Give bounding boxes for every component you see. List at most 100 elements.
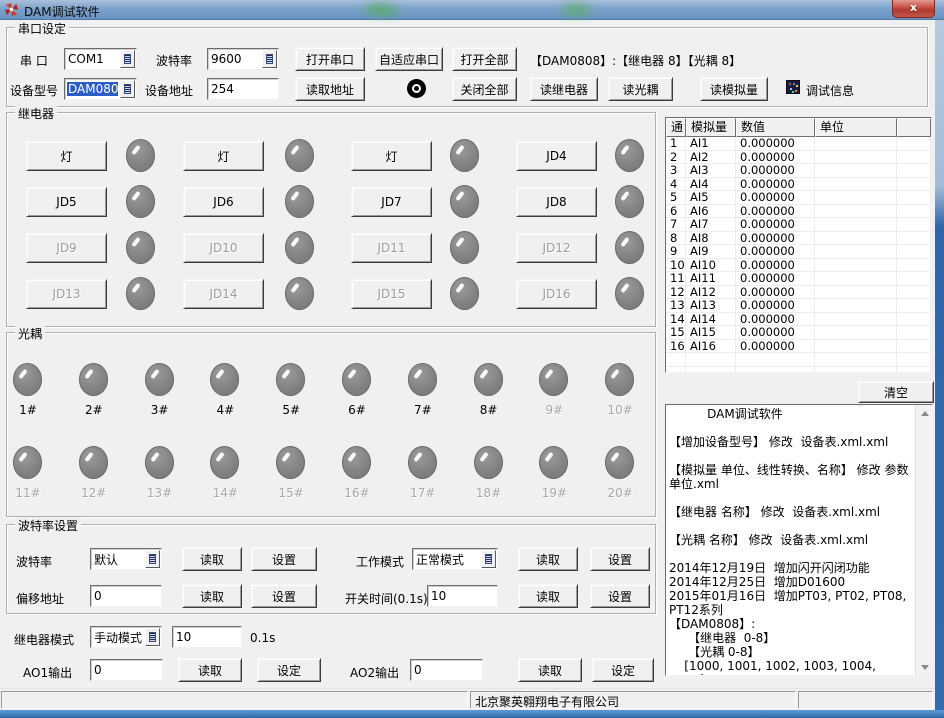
scroll-down-button[interactable] xyxy=(916,659,933,675)
opto-label: 16# xyxy=(337,486,377,500)
opto-grid: 1#2#3#4#5#6#7#8#9#10#11#12#13#14#15#16#1… xyxy=(7,333,655,516)
table-row[interactable]: 10AI100.000000 xyxy=(666,259,931,273)
table-row[interactable] xyxy=(666,367,931,374)
relay-button: JD14 xyxy=(183,279,264,309)
adaptive-port-button[interactable]: 自适应串口 xyxy=(375,47,443,71)
close-button[interactable]: x xyxy=(892,0,935,18)
column-header[interactable] xyxy=(897,118,931,137)
offset-set-button[interactable]: 设置 xyxy=(251,584,317,608)
table-row[interactable]: 5AI50.000000 xyxy=(666,191,931,205)
table-cell xyxy=(897,205,931,219)
ao2-set-button[interactable]: 设定 xyxy=(592,658,654,682)
relay-led-indicator xyxy=(126,277,155,310)
opto-label: 3# xyxy=(140,403,180,417)
read-opto-button[interactable]: 读光耦 xyxy=(608,77,673,101)
device-address-label: 设备地址 xyxy=(145,82,193,99)
dropdown-arrow-icon[interactable] xyxy=(145,628,160,646)
table-cell xyxy=(815,178,897,192)
ao2-input[interactable] xyxy=(410,659,483,681)
table-row[interactable]: 1AI10.000000 xyxy=(666,137,931,151)
ao1-set-button[interactable]: 设定 xyxy=(257,658,321,682)
close-all-button[interactable]: 关闭全部 xyxy=(452,77,517,101)
column-header[interactable]: 单位 xyxy=(815,118,897,137)
device-model-select[interactable]: DAM0808 xyxy=(64,78,137,100)
table-row[interactable]: 13AI130.000000 xyxy=(666,299,931,313)
table-row[interactable] xyxy=(666,353,931,367)
dropdown-arrow-icon[interactable] xyxy=(481,550,496,568)
debug-info-icon[interactable] xyxy=(786,80,800,94)
open-port-button[interactable]: 打开串口 xyxy=(295,47,365,71)
table-cell xyxy=(666,367,686,374)
work-mode-set-button[interactable]: 设置 xyxy=(590,547,650,571)
table-row[interactable]: 12AI120.000000 xyxy=(666,286,931,300)
table-cell xyxy=(897,313,931,327)
device-model-label: 设备型号 xyxy=(10,82,58,99)
table-row[interactable]: 6AI60.000000 xyxy=(666,205,931,219)
dropdown-arrow-icon[interactable] xyxy=(262,50,277,68)
opto-label: 9# xyxy=(534,403,574,417)
ao2-read-button[interactable]: 读取 xyxy=(518,658,582,682)
table-row[interactable]: 9AI90.000000 xyxy=(666,245,931,259)
relay-button: JD13 xyxy=(26,279,107,309)
relay-button[interactable]: 灯 xyxy=(351,141,432,171)
offset-read-button[interactable]: 读取 xyxy=(182,584,242,608)
relay-button[interactable]: JD4 xyxy=(516,141,597,171)
relay-led-indicator xyxy=(615,277,644,310)
opto-led-indicator xyxy=(539,446,568,479)
read-analog-button[interactable]: 读模拟量 xyxy=(700,77,768,101)
opto-led-indicator xyxy=(145,363,174,396)
relay-button[interactable]: JD8 xyxy=(516,187,597,217)
open-all-button[interactable]: 打开全部 xyxy=(452,47,517,71)
work-mode-read-button[interactable]: 读取 xyxy=(518,547,578,571)
relay-button[interactable]: JD6 xyxy=(183,187,264,217)
baud-read-button[interactable]: 读取 xyxy=(182,547,242,571)
baud-select[interactable]: 9600 xyxy=(207,48,279,70)
relay-button[interactable]: 灯 xyxy=(26,141,107,171)
table-row[interactable]: 15AI150.000000 xyxy=(666,326,931,340)
dropdown-arrow-icon[interactable] xyxy=(120,50,135,68)
table-row[interactable]: 11AI110.000000 xyxy=(666,272,931,286)
opto-label: 6# xyxy=(337,403,377,417)
read-address-button[interactable]: 读取地址 xyxy=(295,77,365,101)
relay-mode-time-input[interactable] xyxy=(172,626,242,648)
table-row[interactable]: 8AI80.000000 xyxy=(666,232,931,246)
scrollbar[interactable] xyxy=(915,405,932,675)
opto-label: 4# xyxy=(205,403,245,417)
status-section xyxy=(798,691,933,709)
offset-input[interactable] xyxy=(90,585,162,607)
switch-time-input[interactable] xyxy=(427,585,498,607)
opto-label: 12# xyxy=(74,486,114,500)
ao1-read-button[interactable]: 读取 xyxy=(178,658,242,682)
com-port-select[interactable]: COM1 xyxy=(64,48,137,70)
table-row[interactable]: 14AI140.000000 xyxy=(666,313,931,327)
table-row[interactable]: 4AI40.000000 xyxy=(666,178,931,192)
column-header[interactable]: 数值 xyxy=(736,118,815,137)
baud-setting-select[interactable]: 默认 xyxy=(90,548,162,570)
column-header[interactable]: 通 xyxy=(666,118,686,137)
table-cell xyxy=(815,299,897,313)
read-relay-button[interactable]: 读继电器 xyxy=(530,77,598,101)
relay-led-indicator xyxy=(450,231,479,264)
relay-mode-select[interactable]: 手动模式 xyxy=(90,626,162,648)
dropdown-arrow-icon[interactable] xyxy=(120,80,135,98)
work-mode-select[interactable]: 正常模式 xyxy=(412,548,498,570)
table-row[interactable]: 16AI160.000000 xyxy=(666,340,931,354)
dropdown-arrow-icon[interactable] xyxy=(145,550,160,568)
device-address-input[interactable] xyxy=(207,78,279,100)
table-row[interactable]: 2AI20.000000 xyxy=(666,151,931,165)
scroll-up-button[interactable] xyxy=(916,405,933,421)
column-header[interactable]: 模拟量 xyxy=(686,118,736,137)
table-cell: AI13 xyxy=(686,299,736,313)
table-row[interactable]: 7AI70.000000 xyxy=(666,218,931,232)
table-row[interactable]: 3AI30.000000 xyxy=(666,164,931,178)
clear-button[interactable]: 清空 xyxy=(858,381,934,403)
relay-button[interactable]: 灯 xyxy=(183,141,264,171)
switch-time-set-button[interactable]: 设置 xyxy=(590,584,650,608)
switch-time-read-button[interactable]: 读取 xyxy=(518,584,578,608)
baud-set-button[interactable]: 设置 xyxy=(251,547,317,571)
relay-button[interactable]: JD7 xyxy=(351,187,432,217)
titlebar: DAM调试软件 x xyxy=(0,0,944,20)
opto-led-indicator xyxy=(276,446,305,479)
ao1-input[interactable] xyxy=(90,659,163,681)
relay-button[interactable]: JD5 xyxy=(26,187,107,217)
